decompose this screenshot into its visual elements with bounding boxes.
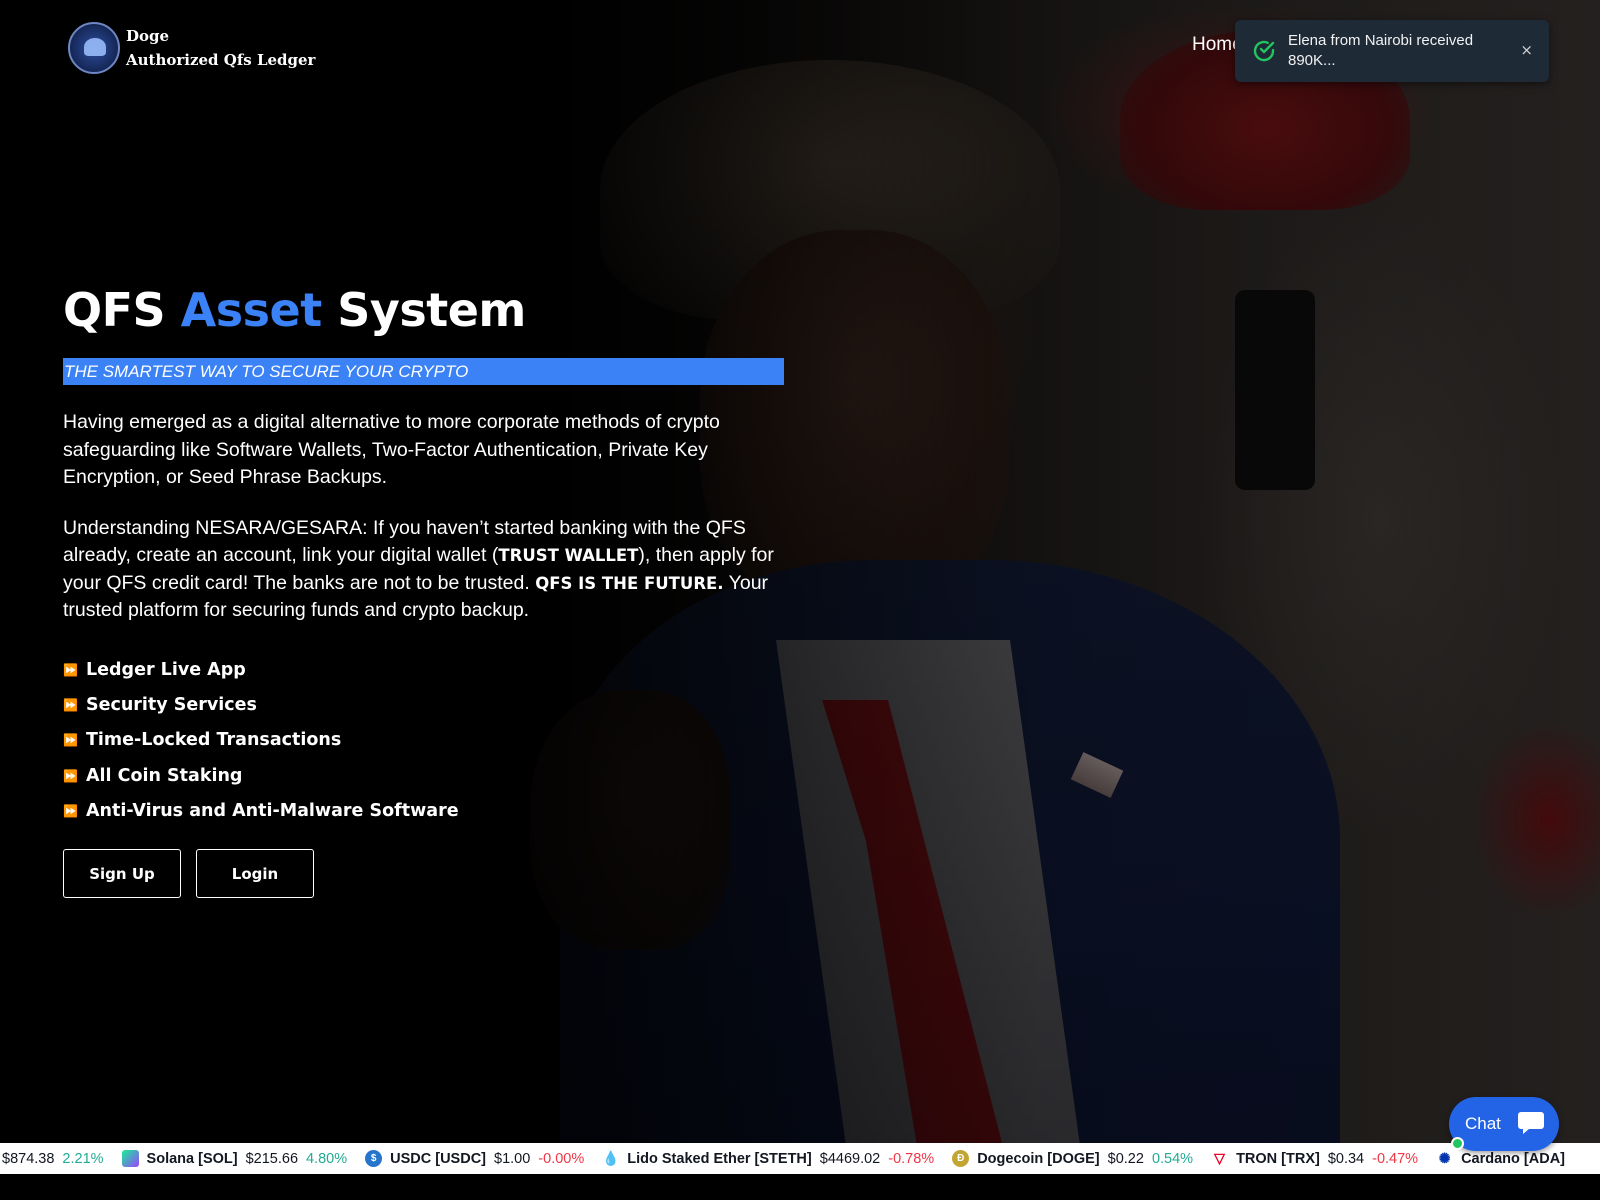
ticker-item[interactable]: 💧 Lido Staked Ether [STETH] $4469.02 -0.…: [602, 1150, 934, 1167]
ticker-price: $0.22: [1107, 1150, 1144, 1167]
sign-up-button[interactable]: Sign Up: [63, 849, 181, 899]
brand-line-1: Doge: [126, 27, 170, 45]
hero-buttons: Sign Up Login: [63, 849, 803, 899]
chat-widget-button[interactable]: Chat: [1449, 1097, 1559, 1151]
hero-title-part1: QFS: [63, 283, 181, 337]
double-arrow-icon: ⏩: [63, 733, 78, 748]
chat-label: Chat: [1465, 1114, 1501, 1133]
feature-label: Ledger Live App: [86, 660, 246, 681]
feature-item: ⏩ All Coin Staking: [63, 758, 803, 793]
tron-icon: ▽: [1214, 1150, 1225, 1166]
ticker-change: -0.00%: [538, 1150, 585, 1167]
notification-toast: Elena from Nairobi received 890K... ×: [1235, 20, 1549, 82]
ticker-change: 4.80%: [306, 1150, 348, 1167]
double-arrow-icon: ⏩: [63, 803, 78, 818]
brand-logo-link[interactable]: Doge Authorized Qfs Ledger: [68, 22, 315, 74]
ticker-price: $874.38: [2, 1150, 55, 1167]
feature-label: Security Services: [86, 695, 257, 716]
ticker-price: $4469.02: [819, 1150, 881, 1167]
brand-line-2: Authorized Qfs Ledger: [126, 51, 316, 69]
ticker-name: USDC [USDC]: [390, 1150, 486, 1167]
check-circle-icon: [1253, 40, 1275, 62]
ticker-price: $0.34: [1327, 1150, 1365, 1167]
ticker-name: TRON [TRX]: [1236, 1150, 1320, 1167]
usdc-icon: $: [365, 1150, 383, 1167]
feature-label: Anti-Virus and Anti-Malware Software: [86, 800, 459, 821]
brand-logo-icon: [68, 22, 120, 74]
online-status-dot: [1451, 1137, 1464, 1150]
ticker-item[interactable]: Solana [SOL] $215.66 4.80%: [121, 1150, 348, 1167]
double-arrow-icon: ⏩: [63, 768, 78, 783]
cardano-icon: ✺: [1438, 1150, 1451, 1166]
chat-bubble-icon: [1518, 1112, 1544, 1134]
ticker-change: 2.21%: [62, 1150, 104, 1167]
ticker-price: $1.00: [494, 1150, 531, 1167]
login-button[interactable]: Login: [196, 849, 314, 899]
brand-name: Doge Authorized Qfs Ledger: [126, 24, 315, 72]
solana-icon: [121, 1150, 139, 1167]
toast-close-button[interactable]: ×: [1520, 41, 1533, 59]
double-arrow-icon: ⏩: [63, 698, 78, 713]
doge-icon: Ð: [952, 1150, 970, 1167]
ticker-change: -0.47%: [1372, 1150, 1419, 1167]
feature-list: ⏩ Ledger Live App ⏩ Security Services ⏩ Tim…: [63, 653, 803, 829]
ticker-item[interactable]: ▽ TRON [TRX] $0.34 -0.47%: [1211, 1150, 1418, 1167]
ticker-change: -0.78%: [888, 1150, 935, 1167]
ticker-name: Dogecoin [DOGE]: [977, 1150, 1100, 1167]
hero-title-part2: System: [321, 283, 526, 337]
para2-emphasis-trust-wallet: TRUST WALLET: [498, 546, 639, 565]
hero-title-accent: Asset: [180, 283, 323, 337]
ticker-name: Solana [SOL]: [146, 1150, 238, 1167]
hero-content: QFS Asset System THE SMARTEST WAY TO SEC…: [63, 280, 803, 899]
ticker-item[interactable]: $874.38 2.21%: [2, 1151, 104, 1167]
double-arrow-icon: ⏩: [63, 663, 78, 678]
feature-item: ⏩ Security Services: [63, 688, 803, 723]
ticker-name: Lido Staked Ether [STETH]: [627, 1150, 812, 1167]
hero-title: QFS Asset System: [63, 280, 803, 340]
para2-emphasis-future: QFS IS THE FUTURE.: [535, 573, 724, 593]
hero-tagline: THE SMARTEST WAY TO SECURE YOUR CRYPTO: [63, 358, 784, 385]
ticker-item[interactable]: Ð Dogecoin [DOGE] $0.22 0.54%: [952, 1150, 1193, 1167]
feature-item: ⏩ Anti-Virus and Anti-Malware Software: [63, 793, 803, 828]
ticker-name: Cardano [ADA]: [1461, 1150, 1565, 1167]
toast-message: Elena from Nairobi received 890K...: [1288, 32, 1474, 69]
feature-label: Time-Locked Transactions: [86, 730, 342, 751]
ticker-item[interactable]: $ USDC [USDC] $1.00 -0.00%: [365, 1150, 584, 1167]
crypto-ticker: $874.38 2.21% Solana [SOL] $215.66 4.80%…: [0, 1143, 1600, 1174]
feature-label: All Coin Staking: [86, 765, 243, 786]
ticker-change: 0.54%: [1151, 1150, 1194, 1167]
hero-paragraph-1: Having emerged as a digital alternative …: [63, 411, 720, 488]
feature-item: ⏩ Ledger Live App: [63, 653, 803, 688]
feature-item: ⏩ Time-Locked Transactions: [63, 723, 803, 758]
ticker-item[interactable]: ✺ Cardano [ADA]: [1436, 1150, 1573, 1167]
hero-paragraph-2: Understanding NESARA/GESARA: If you have…: [63, 515, 793, 625]
steth-icon: 💧: [602, 1150, 620, 1166]
ticker-price: $215.66: [245, 1150, 299, 1167]
